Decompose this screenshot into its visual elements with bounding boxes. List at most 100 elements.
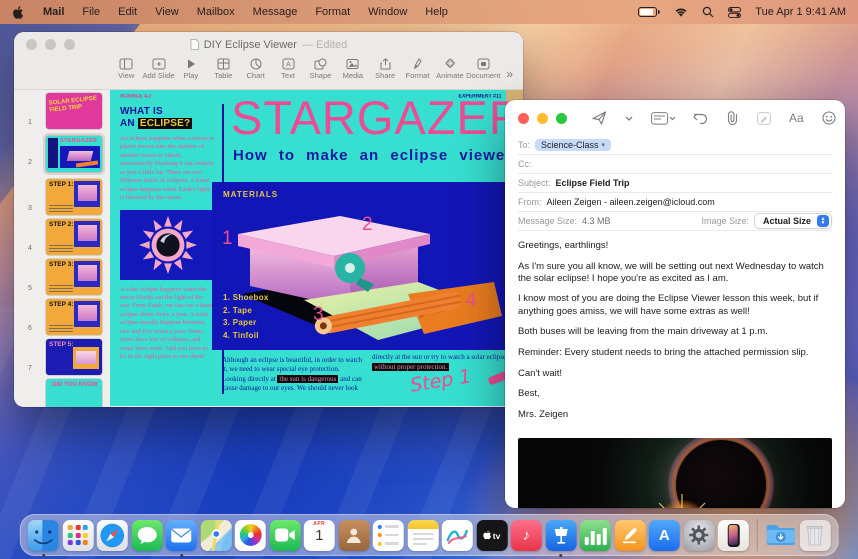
dock-finder[interactable] <box>28 520 59 551</box>
dock-downloads[interactable] <box>765 520 796 551</box>
control-center-icon[interactable] <box>728 7 741 18</box>
slide-5-thumb[interactable]: STEP 3: <box>46 259 102 295</box>
dock-calendar[interactable]: APR 1 <box>304 520 335 551</box>
dock-contacts[interactable] <box>338 520 369 551</box>
maps-icon <box>200 520 231 551</box>
chart-icon <box>250 58 262 70</box>
dock-numbers[interactable] <box>580 520 611 551</box>
markup-button[interactable] <box>748 112 780 125</box>
add-slide-button[interactable]: Add Slide <box>142 58 174 80</box>
dock-trash[interactable] <box>799 520 830 551</box>
to-recipient-token[interactable]: Science-Class ▾ <box>535 139 611 151</box>
slide-thumbnail-7[interactable]: 7 STEP 5: <box>14 339 110 375</box>
dock-pages[interactable] <box>614 520 645 551</box>
cc-field[interactable]: Cc: <box>518 155 832 174</box>
slide-thumbnail-2-selected[interactable]: 2 STARGAZER <box>14 133 110 175</box>
dock-system-settings[interactable] <box>683 520 714 551</box>
format-button[interactable]: Aa <box>780 111 813 125</box>
menu-edit[interactable]: Edit <box>109 6 146 18</box>
dock-app-store[interactable]: A <box>649 520 680 551</box>
close-button[interactable] <box>518 113 529 124</box>
menu-message[interactable]: Message <box>244 6 307 18</box>
from-field[interactable]: From: Aileen Zeigen - aileen.zeigen@iclo… <box>518 193 832 212</box>
view-button[interactable]: View <box>110 58 142 80</box>
message-body[interactable]: Greetings, earthlings!As I'm sure you al… <box>505 231 845 436</box>
menu-mail[interactable]: Mail <box>34 6 73 18</box>
dock-photos[interactable] <box>235 520 266 551</box>
slide-8-thumb[interactable]: DID YOU KNOW <box>46 379 102 407</box>
header-fields-button[interactable] <box>642 112 684 125</box>
callout-2: 2 <box>362 214 373 236</box>
search-icon[interactable] <box>702 6 714 18</box>
animate-button[interactable]: Animate <box>434 58 466 80</box>
keynote-toolbar: View Add Slide Play Table Chart A Text <box>14 57 523 90</box>
dock-mail[interactable] <box>166 520 197 551</box>
eclipse-photo-attachment[interactable] <box>518 438 832 508</box>
share-button[interactable]: Share <box>369 58 401 80</box>
format-brush-icon <box>412 58 423 70</box>
undo-button[interactable] <box>684 112 717 124</box>
menu-clock[interactable]: Tue Apr 1 9:41 AM <box>755 6 846 18</box>
table-button[interactable]: Table <box>207 58 239 80</box>
attach-button[interactable] <box>717 111 748 125</box>
minimize-button[interactable] <box>537 113 548 124</box>
to-field[interactable]: To: Science-Class ▾ <box>518 136 832 155</box>
dock-music[interactable]: ♪ <box>511 520 542 551</box>
slide-canvas: SCIENCE 4.2 EXPERIMENT #11 WHAT IS AN EC… <box>110 90 523 406</box>
dock-maps[interactable] <box>200 520 231 551</box>
text-button[interactable]: A Text <box>272 58 304 80</box>
menu-view[interactable]: View <box>146 6 188 18</box>
dock-notes[interactable] <box>407 520 438 551</box>
menu-file[interactable]: File <box>73 6 109 18</box>
media-button[interactable]: Media <box>337 58 369 80</box>
document-button[interactable]: Document <box>466 58 500 80</box>
format-button[interactable]: Format <box>401 58 433 80</box>
dock-safari[interactable] <box>97 520 128 551</box>
size-row: Message Size: 4.3 MB Image Size: Actual … <box>518 212 832 231</box>
slide-2-thumb[interactable]: STARGAZER <box>46 136 102 172</box>
text-icon: A <box>282 58 295 70</box>
slide-thumbnail-1[interactable]: 1 SOLAR ECLIPSE FIELD TRIP <box>14 93 110 129</box>
dock-messages[interactable] <box>131 520 162 551</box>
slide-1-thumb[interactable]: SOLAR ECLIPSE FIELD TRIP <box>46 93 102 129</box>
mail-toolbar: Aa » <box>505 100 845 136</box>
dock-freeform[interactable] <box>442 520 473 551</box>
subject-value: Eclipse Field Trip <box>556 178 630 188</box>
finder-icon <box>28 520 59 551</box>
slide-thumbnail-4[interactable]: 4 STEP 2: <box>14 219 110 255</box>
wifi-icon[interactable] <box>674 7 688 18</box>
subject-field[interactable]: Subject: Eclipse Field Trip <box>518 174 832 193</box>
send-button[interactable] <box>583 111 616 125</box>
slide-4-thumb[interactable]: STEP 2: <box>46 219 102 255</box>
slide-thumbnail-8[interactable]: DID YOU KNOW <box>14 379 110 407</box>
dock-apple-tv[interactable]: tv <box>476 520 507 551</box>
dock-iphone-mirroring[interactable] <box>718 520 749 551</box>
menu-mailbox[interactable]: Mailbox <box>188 6 244 18</box>
send-options-button[interactable] <box>616 116 642 121</box>
slide-7-thumb[interactable]: STEP 5: <box>46 339 102 375</box>
slide-thumbnail-5[interactable]: 5 STEP 3: <box>14 259 110 295</box>
menu-window[interactable]: Window <box>359 6 416 18</box>
chart-button[interactable]: Chart <box>240 58 272 80</box>
dock-facetime[interactable] <box>269 520 300 551</box>
emoji-button[interactable] <box>813 111 845 125</box>
play-button[interactable]: Play <box>175 58 207 80</box>
dock-keynote[interactable] <box>545 520 576 551</box>
from-value: Aileen Zeigen - aileen.zeigen@icloud.com <box>547 197 715 207</box>
slide-3-thumb[interactable]: STEP 1: <box>46 179 102 215</box>
shape-button[interactable]: Shape <box>304 58 336 80</box>
menu-format[interactable]: Format <box>306 6 359 18</box>
image-size-dropdown[interactable]: Actual Size ▲▼ <box>754 213 832 229</box>
toolbar-overflow-button[interactable]: » <box>500 67 513 81</box>
running-indicator <box>42 554 45 557</box>
apple-menu[interactable] <box>12 5 34 20</box>
dock-reminders[interactable] <box>373 520 404 551</box>
menu-help[interactable]: Help <box>416 6 457 18</box>
slide-6-thumb[interactable]: STEP 4: <box>46 299 102 335</box>
slide-subtitle: How to make an eclipse viewer! <box>233 147 518 164</box>
zoom-button[interactable] <box>556 113 567 124</box>
slide-thumbnail-3[interactable]: 3 STEP 1: <box>14 179 110 215</box>
slide-thumbnail-6[interactable]: 6 STEP 4: <box>14 299 110 335</box>
dock-launchpad[interactable] <box>62 520 93 551</box>
battery-icon[interactable] <box>638 7 660 17</box>
